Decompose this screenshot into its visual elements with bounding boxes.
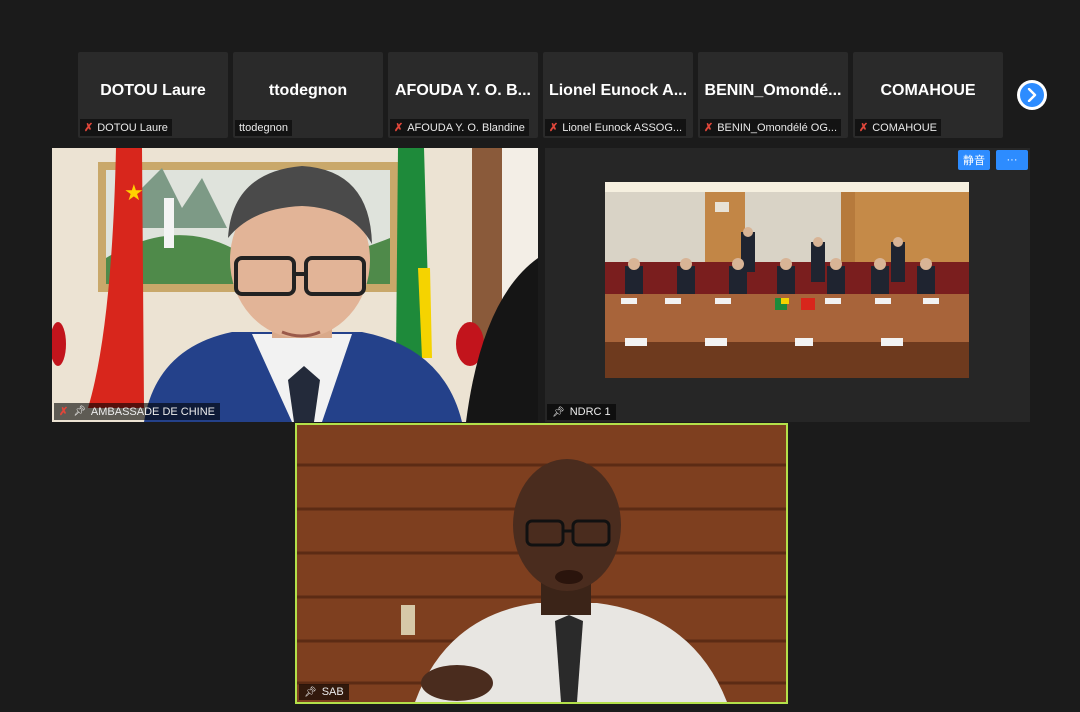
participant-strip: DOTOU Laure ✗ DOTOU Laure ttodegnon ttod…	[78, 52, 1006, 140]
participant-name-label: AFOUDA Y. O. Blandine	[407, 121, 525, 134]
participant-display-name: COMAHOUE	[880, 82, 976, 99]
meeting-window: DOTOU Laure ✗ DOTOU Laure ttodegnon ttod…	[0, 0, 1080, 712]
participant-name-label: BENIN_Omondélé OG...	[717, 121, 838, 134]
participant-name-label: COMAHOUE	[872, 121, 937, 134]
chevron-right-icon	[1020, 83, 1044, 107]
video-frame-sab	[297, 425, 786, 702]
participant-name-tag: ✗ DOTOU Laure	[80, 119, 172, 136]
mic-muted-icon: ✗	[59, 406, 69, 418]
participant-name-label: Lionel Eunock ASSOG...	[562, 121, 683, 134]
participant-display-name: DOTOU Laure	[100, 82, 206, 99]
video-controls: 静音 ···	[958, 150, 1028, 170]
participant-display-name: Lionel Eunock A...	[548, 82, 688, 99]
video-tile-sab-active-speaker[interactable]: 📌︎ SAB	[295, 423, 788, 704]
participant-label: 📌︎ NDRC 1	[547, 404, 616, 420]
mic-muted-icon: ✗	[84, 122, 94, 134]
participant-tile[interactable]: BENIN_Omondé... ✗ BENIN_Omondélé OG...	[698, 52, 848, 138]
pin-icon: 📌︎	[552, 406, 565, 418]
participant-display-name: AFOUDA Y. O. B...	[394, 82, 531, 99]
participant-display-name: ttodegnon	[268, 82, 348, 99]
participant-name-tag: ✗ BENIN_Omondélé OG...	[700, 119, 842, 136]
participant-name: NDRC 1	[569, 406, 611, 418]
mic-muted-icon: ✗	[859, 122, 869, 134]
video-frame-ndrc	[605, 182, 969, 378]
participant-name-label: DOTOU Laure	[97, 121, 168, 134]
participant-name-tag: ✗ COMAHOUE	[855, 119, 941, 136]
participant-tile[interactable]: AFOUDA Y. O. B... ✗ AFOUDA Y. O. Blandin…	[388, 52, 538, 138]
participant-label: ✗ 📌︎ AMBASSADE DE CHINE	[54, 403, 221, 420]
participant-tile[interactable]: Lionel Eunock A... ✗ Lionel Eunock ASSOG…	[543, 52, 693, 138]
mute-participant-button[interactable]: 静音	[958, 150, 990, 170]
mic-muted-icon: ✗	[549, 122, 559, 134]
svg-text:★: ★	[124, 181, 144, 206]
participant-tile[interactable]: COMAHOUE ✗ COMAHOUE	[853, 52, 1003, 138]
participant-tile[interactable]: DOTOU Laure ✗ DOTOU Laure	[78, 52, 228, 138]
pin-icon: 📌︎	[304, 686, 317, 698]
mic-muted-icon: ✗	[394, 122, 404, 134]
participant-name: AMBASSADE DE CHINE	[90, 405, 216, 418]
more-options-button[interactable]: ···	[996, 150, 1028, 170]
participant-name: SAB	[321, 686, 344, 698]
next-page-button[interactable]	[1017, 80, 1047, 110]
pin-icon: 📌︎	[73, 406, 86, 417]
participant-tile[interactable]: ttodegnon ttodegnon	[233, 52, 383, 138]
video-frame-ambassade: ★	[52, 148, 538, 422]
participant-display-name: BENIN_Omondé...	[704, 82, 842, 99]
participant-name-tag: ttodegnon	[235, 120, 292, 136]
mic-muted-icon: ✗	[704, 122, 714, 134]
participant-name-tag: ✗ Lionel Eunock ASSOG...	[545, 119, 687, 136]
participant-label: 📌︎ SAB	[299, 684, 349, 700]
participant-name-label: ttodegnon	[239, 122, 288, 134]
participant-name-tag: ✗ AFOUDA Y. O. Blandine	[390, 119, 529, 136]
video-tile-ambassade[interactable]: ★ ✗ 📌︎ AMBASSADE DE CHINE	[52, 148, 538, 422]
video-tile-ndrc[interactable]: 静音 ··· 📌︎ NDRC 1	[545, 148, 1030, 422]
